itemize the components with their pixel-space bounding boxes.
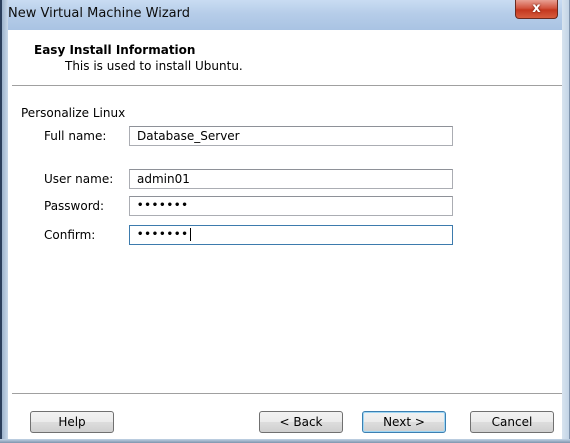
- close-icon: x: [532, 1, 541, 16]
- header-divider: [12, 85, 562, 87]
- user-name-field[interactable]: admin01: [129, 169, 453, 189]
- password-field[interactable]: •••••••: [129, 196, 453, 216]
- page-subtitle: This is used to install Ubuntu.: [65, 59, 243, 73]
- window-frame-bottom: [0, 439, 570, 443]
- full-name-label: Full name:: [44, 129, 107, 143]
- full-name-value: Database_Server: [137, 129, 240, 143]
- confirm-field[interactable]: •••••••: [129, 225, 453, 245]
- cancel-button[interactable]: Cancel: [470, 411, 554, 433]
- title-bar[interactable]: New Virtual Machine Wizard: [8, 0, 562, 30]
- text-caret: [189, 227, 191, 241]
- back-button[interactable]: < Back: [259, 411, 343, 433]
- password-value: •••••••: [137, 200, 189, 211]
- footer-divider: [12, 393, 562, 395]
- confirm-label: Confirm:: [44, 228, 96, 242]
- page-title: Easy Install Information: [34, 43, 196, 57]
- window-title: New Virtual Machine Wizard: [8, 6, 190, 21]
- user-name-label: User name:: [44, 172, 114, 186]
- next-button[interactable]: Next >: [362, 411, 446, 433]
- window-frame-right: [562, 0, 570, 443]
- close-button[interactable]: x: [515, 0, 558, 19]
- wizard-body: Easy Install Information This is used to…: [8, 30, 562, 439]
- help-button[interactable]: Help: [30, 411, 114, 433]
- confirm-value: •••••••: [137, 229, 189, 240]
- window-frame-left: [0, 0, 8, 443]
- password-label: Password:: [44, 199, 105, 213]
- user-name-value: admin01: [137, 172, 190, 186]
- full-name-field[interactable]: Database_Server: [129, 126, 453, 146]
- section-label: Personalize Linux: [21, 106, 126, 120]
